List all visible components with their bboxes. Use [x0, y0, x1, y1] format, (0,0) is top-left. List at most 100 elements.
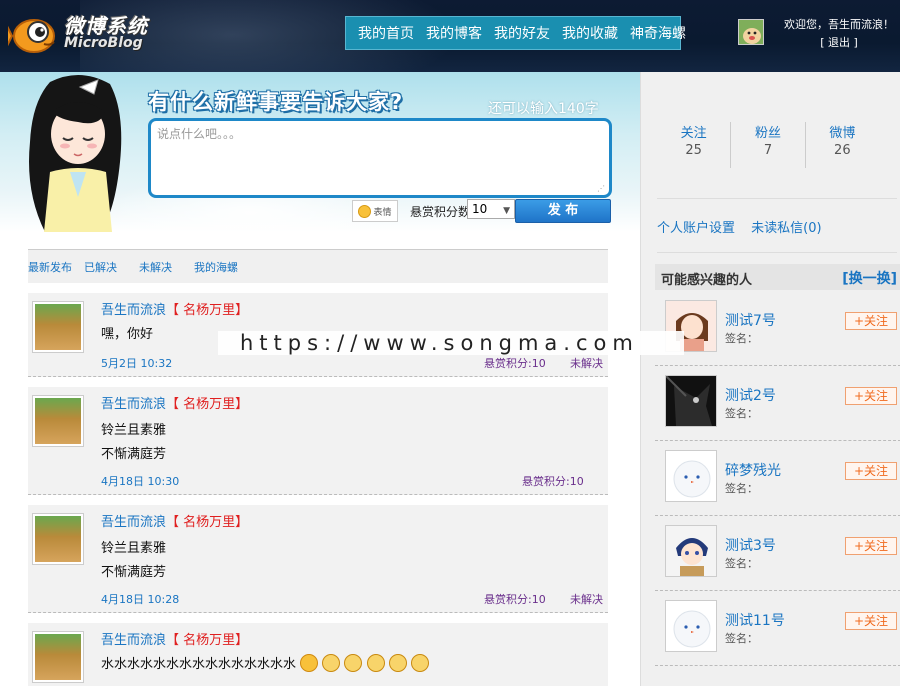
logo-subtitle: MicroBlog: [64, 35, 143, 51]
nav-friends[interactable]: 我的好友: [488, 23, 556, 43]
logo[interactable]: 微博系统 MicroBlog: [8, 8, 158, 58]
publish-button[interactable]: 发 布: [515, 199, 611, 223]
snowman-icon[interactable]: [665, 600, 717, 652]
stat-following[interactable]: 关注 25: [657, 122, 732, 168]
emoji-button[interactable]: 表情: [352, 200, 398, 222]
suggested-user-name[interactable]: 碎梦残光: [725, 460, 781, 480]
feed-tabs: 最新发布 已解决 未解决 我的海螺: [28, 249, 608, 283]
suggested-user-sign: 签名：: [725, 482, 758, 495]
suggested-user-sign: 签名：: [725, 407, 758, 420]
composer-title: 有什么新鲜事要告诉大家?: [148, 90, 404, 114]
post-status[interactable]: 未解决: [570, 355, 603, 371]
right-sidebar: 关注 25 粉丝 7 微博 26 个人账户设置 未读私信(0) 可能感兴趣的人 …: [640, 72, 900, 686]
stat-label: 粉丝: [754, 126, 781, 141]
suggested-user-sign: 签名：: [725, 632, 758, 645]
user-avatar[interactable]: [738, 19, 764, 45]
main-nav: 我的首页 我的博客 我的好友 我的收藏 神奇海螺: [345, 16, 686, 50]
suggested-user-name[interactable]: 测试2号: [725, 385, 776, 405]
follow-button[interactable]: +关注: [845, 387, 897, 405]
post-author: 吾生而流浪【 名杨万里】: [101, 629, 248, 648]
suggested-user: 测试2号 签名： +关注: [655, 369, 900, 441]
suggested-user-sign: 签名：: [725, 557, 758, 570]
author-tag: 【 名杨万里】: [166, 397, 249, 412]
refresh-suggestions-button[interactable]: [换一换]: [842, 268, 897, 288]
stat-value: 25: [685, 143, 702, 158]
dark-figure-icon[interactable]: [665, 375, 717, 427]
tab-solved[interactable]: 已解决: [84, 259, 117, 275]
chevron-down-icon: ▼: [503, 206, 510, 216]
author-tag: 【 名杨万里】: [166, 303, 249, 318]
stat-label: 关注: [680, 126, 707, 141]
tab-unsolved[interactable]: 未解决: [139, 259, 172, 275]
post-status[interactable]: 未解决: [570, 591, 603, 607]
dizzy-face-icon: [410, 654, 429, 672]
post-author: 吾生而流浪【 名杨万里】: [101, 511, 248, 530]
dog-avatar-icon: [35, 304, 81, 350]
divider: [657, 198, 897, 199]
suggested-user-name[interactable]: 测试7号: [725, 310, 776, 330]
post-text: 水水水水水水水水水水水水水水水: [101, 653, 429, 672]
anime-girl-illustration-icon: [29, 74, 122, 232]
post-textarea[interactable]: 说点什么吧。。。 ⋰: [148, 118, 612, 198]
follow-button[interactable]: +关注: [845, 462, 897, 480]
post-time: 5月2日 10:32: [101, 357, 173, 370]
follow-button[interactable]: +关注: [845, 537, 897, 555]
author-name[interactable]: 吾生而流浪: [101, 303, 166, 318]
dizzy-face-icon: [322, 654, 341, 672]
post-text: 不惭满庭芳: [101, 447, 167, 462]
post-reward: 悬赏积分:10: [522, 475, 584, 488]
suggested-user: 碎梦残光 签名： +关注: [655, 444, 900, 516]
suggested-user-name[interactable]: 测试11号: [725, 610, 785, 630]
feed-post: 吾生而流浪【 名杨万里】 铃兰且素雅 不惭满庭芳 4月18日 10:28 悬赏积…: [28, 505, 608, 613]
nav-home[interactable]: 我的首页: [352, 23, 420, 43]
follow-button[interactable]: +关注: [845, 612, 897, 630]
post-reward: 悬赏积分:10: [484, 593, 546, 606]
author-name[interactable]: 吾生而流浪: [101, 515, 166, 530]
post-time: 4月18日 10:30: [101, 475, 180, 488]
tab-my-conch[interactable]: 我的海螺: [194, 259, 238, 275]
reward-select[interactable]: 10 ▼: [467, 199, 515, 219]
smiley-icon: [358, 204, 372, 218]
welcome-text: 欢迎您，吾生而流浪！: [784, 18, 894, 31]
follow-button[interactable]: +关注: [845, 312, 897, 330]
logout-link[interactable]: [ 退出 ]: [780, 34, 898, 52]
post-author: 吾生而流浪【 名杨万里】: [101, 393, 248, 412]
anime-boy-icon[interactable]: [665, 525, 717, 577]
post-text: 铃兰且素雅: [101, 423, 167, 438]
top-header: 微博系统 MicroBlog 我的首页 我的博客 我的好友 我的收藏 神奇海螺 …: [0, 0, 900, 72]
author-tag: 【 名杨万里】: [166, 515, 249, 530]
suggested-user-sign: 签名：: [725, 332, 758, 345]
suggested-user: 测试7号 签名： +关注: [655, 294, 900, 366]
post-placeholder: 说点什么吧。。。: [157, 127, 242, 141]
snowman-icon[interactable]: [665, 450, 717, 502]
char-remaining: 还可以输入140字: [488, 101, 599, 117]
suggested-user: 测试3号 签名： +关注: [655, 519, 900, 591]
post-avatar[interactable]: [32, 513, 84, 565]
post-avatar[interactable]: [32, 395, 84, 447]
post-text-content: 水水水水水水水水水水水水水水水: [101, 657, 297, 672]
stat-followers[interactable]: 粉丝 7: [731, 122, 806, 168]
stat-value: 26: [834, 143, 851, 158]
nav-magic-conch[interactable]: 神奇海螺: [624, 23, 692, 43]
nav-blog[interactable]: 我的博客: [420, 23, 488, 43]
post-reward: 悬赏积分:10: [484, 357, 546, 370]
composer-banner: 有什么新鲜事要告诉大家? 还可以输入140字 说点什么吧。。。 ⋰ 表情 悬赏积…: [0, 72, 640, 232]
stat-weibo[interactable]: 微博 26: [806, 122, 879, 168]
unread-messages-link[interactable]: 未读私信(0): [751, 221, 821, 236]
suggested-user-name[interactable]: 测试3号: [725, 535, 776, 555]
nav-favorites[interactable]: 我的收藏: [556, 23, 624, 43]
account-settings-link[interactable]: 个人账户设置: [657, 221, 735, 236]
fish-logo-icon: [8, 19, 55, 53]
user-stats: 关注 25 粉丝 7 微博 26: [657, 122, 879, 168]
post-time: 4月18日 10:28: [101, 593, 180, 606]
tab-latest[interactable]: 最新发布: [28, 259, 72, 275]
resize-grip-icon[interactable]: ⋰: [597, 184, 605, 193]
post-avatar[interactable]: [32, 631, 84, 683]
dizzy-face-icon: [366, 654, 385, 672]
author-name[interactable]: 吾生而流浪: [101, 397, 166, 412]
post-text: 不惭满庭芳: [101, 565, 167, 580]
post-avatar[interactable]: [32, 301, 84, 353]
author-name[interactable]: 吾生而流浪: [101, 633, 166, 648]
feed-post: 吾生而流浪【 名杨万里】 水水水水水水水水水水水水水水水: [28, 623, 608, 686]
post-text: 嘿，你好: [101, 327, 154, 342]
